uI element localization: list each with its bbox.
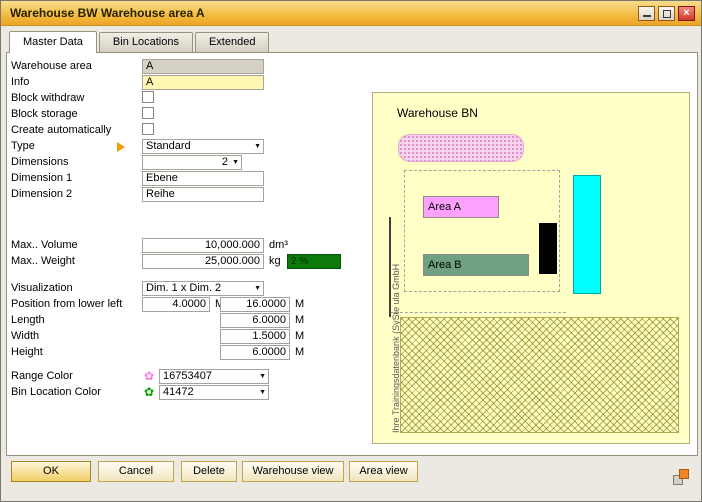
type-label: Type xyxy=(11,139,35,154)
length-unit: M xyxy=(295,313,304,328)
warehouse-view-button[interactable]: Warehouse view xyxy=(242,461,344,482)
dimensions-label: Dimensions xyxy=(11,155,68,170)
range-color-label: Range Color xyxy=(11,369,73,384)
link-arrow-icon[interactable] xyxy=(117,142,125,152)
dimensions-dropdown[interactable]: 2 ▼ xyxy=(142,155,242,170)
black-bin-block xyxy=(539,223,557,274)
block-withdraw-checkbox[interactable] xyxy=(142,91,154,103)
area-b-rect[interactable]: Area B xyxy=(423,254,529,276)
dimension2-label: Dimension 2 xyxy=(11,187,72,202)
width-unit: M xyxy=(295,329,304,344)
bin-location-color-value: 41472 xyxy=(163,386,194,398)
range-color-dropdown[interactable]: 16753407 ▼ xyxy=(159,369,269,384)
form-resize-icon[interactable] xyxy=(673,469,690,486)
visualization-dropdown[interactable]: Dim. 1 x Dim. 2 ▼ xyxy=(142,281,264,296)
max-weight-label: Max.. Weight xyxy=(11,254,75,269)
canvas-warehouse-title: Warehouse BN xyxy=(397,106,478,120)
block-withdraw-label: Block withdraw xyxy=(11,91,84,106)
close-icon[interactable]: × xyxy=(678,6,695,21)
warehouse-area-label: Warehouse area xyxy=(11,59,92,74)
minimize-icon[interactable] xyxy=(638,6,655,21)
tab-bin-locations[interactable]: Bin Locations xyxy=(99,32,193,52)
width-field[interactable]: 1.5000 xyxy=(220,329,290,344)
height-label: Height xyxy=(11,345,43,360)
range-highlight-shape xyxy=(398,134,524,162)
max-volume-field[interactable]: 10,000.000 xyxy=(142,238,264,253)
length-label: Length xyxy=(11,313,45,328)
cancel-button[interactable]: Cancel xyxy=(98,461,174,482)
delete-button[interactable]: Delete xyxy=(181,461,237,482)
position-label: Position from lower left xyxy=(11,297,122,312)
create-automatically-label: Create automatically xyxy=(11,123,111,138)
range-color-flower-icon: ✿ xyxy=(142,369,156,384)
bin-location-color-flower-icon: ✿ xyxy=(142,385,156,400)
max-weight-unit: kg xyxy=(269,254,281,269)
create-automatically-checkbox[interactable] xyxy=(142,123,154,135)
dimension1-label: Dimension 1 xyxy=(11,171,72,186)
window-title: Warehouse BW Warehouse area A xyxy=(10,1,205,26)
position-y-unit: M xyxy=(295,297,304,312)
chevron-down-icon: ▼ xyxy=(259,373,266,381)
weight-usage-bar: 2 % xyxy=(287,254,341,269)
chevron-down-icon: ▼ xyxy=(254,143,261,151)
maximize-icon[interactable] xyxy=(658,6,675,21)
position-y-field[interactable]: 16.0000 xyxy=(220,297,290,312)
dimension2-field[interactable]: Reihe xyxy=(142,187,264,202)
chevron-down-icon: ▼ xyxy=(254,285,261,293)
dimension1-field[interactable]: Ebene xyxy=(142,171,264,186)
max-weight-field[interactable]: 25,000.000 xyxy=(142,254,264,269)
type-value: Standard xyxy=(146,140,191,152)
block-storage-checkbox[interactable] xyxy=(142,107,154,119)
info-field[interactable]: A xyxy=(142,75,264,90)
width-label: Width xyxy=(11,329,39,344)
length-field[interactable]: 6.0000 xyxy=(220,313,290,328)
area-view-button[interactable]: Area view xyxy=(349,461,418,482)
height-field[interactable]: 6.0000 xyxy=(220,345,290,360)
type-dropdown[interactable]: Standard ▼ xyxy=(142,139,264,154)
tab-master-data[interactable]: Master Data xyxy=(9,31,97,53)
resize-orange-square xyxy=(679,469,689,479)
max-volume-unit: dm³ xyxy=(269,238,288,253)
visualization-value: Dim. 1 x Dim. 2 xyxy=(146,282,221,294)
warehouse-area-field: A xyxy=(142,59,264,74)
max-volume-label: Max.. Volume xyxy=(11,238,78,253)
warehouse-visualization-canvas: Warehouse BN Ihre Trainingsdatenbank (Sy… xyxy=(372,92,690,444)
block-storage-label: Block storage xyxy=(11,107,78,122)
tab-extended[interactable]: Extended xyxy=(195,32,269,52)
tab-bar: Master Data Bin Locations Extended xyxy=(9,31,271,53)
ok-button[interactable]: OK xyxy=(11,461,91,482)
master-data-panel: Warehouse area A Info A Block withdraw B… xyxy=(6,52,698,456)
info-label: Info xyxy=(11,75,29,90)
warehouse-area-window: Warehouse BW Warehouse area A × Master D… xyxy=(0,0,702,502)
bin-location-color-label: Bin Location Color xyxy=(11,385,101,400)
dashed-zone-line xyxy=(390,312,566,313)
area-a-rect[interactable]: Area A xyxy=(423,196,499,218)
title-bar[interactable]: Warehouse BW Warehouse area A × xyxy=(1,1,701,26)
chevron-down-icon: ▼ xyxy=(232,159,239,167)
range-color-value: 16753407 xyxy=(163,370,212,382)
bin-location-color-dropdown[interactable]: 41472 ▼ xyxy=(159,385,269,400)
height-unit: M xyxy=(295,345,304,360)
window-controls: × xyxy=(638,6,695,21)
chevron-down-icon: ▼ xyxy=(259,389,266,397)
dimensions-value: 2 xyxy=(222,156,228,168)
visualization-label: Visualization xyxy=(11,281,73,296)
hatched-storage-zone xyxy=(400,317,679,433)
cyan-bin-block xyxy=(573,175,601,294)
position-x-field[interactable]: 4.0000 xyxy=(142,297,210,312)
